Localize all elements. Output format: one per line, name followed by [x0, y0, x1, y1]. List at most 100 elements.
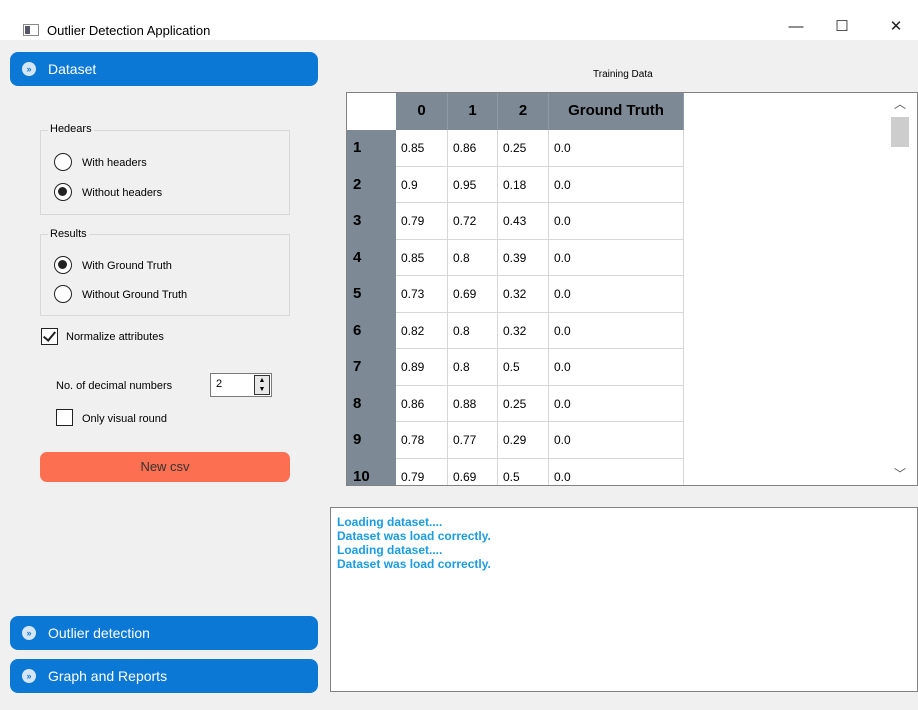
radio-with-headers[interactable] — [54, 153, 72, 171]
app-icon — [23, 24, 39, 36]
training-data-table[interactable]: 0 1 2 Ground Truth 1 0.85 0.86 0.25 0.0 2 0.9 0.95 0… — [346, 92, 918, 486]
section-dataset[interactable]: » Dataset — [10, 52, 318, 86]
radio-with-ground-truth-label: With Ground Truth — [82, 260, 172, 272]
visual-round-label: Only visual round — [82, 413, 167, 425]
table-cell[interactable]: 0.32 — [498, 312, 549, 349]
scroll-down-icon[interactable]: ﹀ — [883, 463, 917, 485]
log-line: Loading dataset.... — [337, 543, 443, 557]
section-graph-reports[interactable]: » Graph and Reports — [10, 659, 318, 693]
decimals-spinbox[interactable]: 2 ▲ ▼ — [210, 373, 272, 397]
table-cell[interactable]: 0.43 — [498, 203, 549, 240]
table-cell[interactable]: 0.0 — [549, 458, 684, 485]
results-group-title: Results — [48, 228, 89, 240]
close-button[interactable]: ✕ — [873, 12, 918, 42]
headers-group-title: Hedears — [48, 123, 94, 135]
row-header[interactable]: 8 — [347, 385, 396, 422]
table-cell[interactable]: 0.0 — [549, 130, 684, 167]
table-cell[interactable]: 0.79 — [396, 458, 448, 485]
normalize-checkbox[interactable] — [41, 328, 58, 345]
log-line: Dataset was load correctly. — [337, 529, 491, 543]
table-cell[interactable]: 0.69 — [448, 458, 498, 485]
vertical-scrollbar[interactable]: ︿ ﹀ — [883, 93, 917, 485]
radio-without-headers-label: Without headers — [82, 187, 163, 199]
row-header[interactable]: 1 — [347, 130, 396, 167]
table-cell[interactable]: 0.78 — [396, 422, 448, 459]
minimize-button[interactable]: — — [773, 12, 819, 42]
radio-with-headers-label: With headers — [82, 157, 147, 169]
table-cell[interactable]: 0.39 — [498, 239, 549, 276]
maximize-button[interactable]: ☐ — [819, 12, 865, 42]
table-cell[interactable]: 0.69 — [448, 276, 498, 313]
radio-without-ground-truth-label: Without Ground Truth — [82, 289, 188, 301]
table-cell[interactable]: 0.88 — [448, 385, 498, 422]
row-header[interactable]: 3 — [347, 203, 396, 240]
column-header[interactable]: 1 — [448, 93, 498, 130]
table-cell[interactable]: 0.25 — [498, 130, 549, 167]
table-cell[interactable]: 0.0 — [549, 239, 684, 276]
table-cell[interactable]: 0.73 — [396, 276, 448, 313]
table-cell[interactable]: 0.79 — [396, 203, 448, 240]
table-cell[interactable]: 0.29 — [498, 422, 549, 459]
log-line: Dataset was load correctly. — [337, 557, 491, 571]
table-cell[interactable]: 0.86 — [396, 385, 448, 422]
table-cell[interactable]: 0.85 — [396, 239, 448, 276]
log-output: Loading dataset.... Dataset was load corr… — [330, 507, 918, 692]
visual-round-checkbox[interactable] — [56, 409, 73, 426]
row-header[interactable]: 7 — [347, 349, 396, 386]
spin-arrows-icon[interactable]: ▲ ▼ — [254, 375, 270, 395]
table-cell[interactable]: 0.0 — [549, 349, 684, 386]
chevron-icon: » — [22, 626, 36, 640]
table-cell[interactable]: 0.0 — [549, 276, 684, 313]
decimals-value: 2 — [216, 378, 223, 390]
section-outlier-detection-label: Outlier detection — [48, 625, 150, 641]
row-header[interactable]: 5 — [347, 276, 396, 313]
new-csv-button[interactable]: New csv — [40, 452, 290, 482]
table-cell[interactable]: 0.25 — [498, 385, 549, 422]
chevron-icon: » — [22, 669, 36, 683]
section-graph-reports-label: Graph and Reports — [48, 668, 168, 684]
table-cell[interactable]: 0.72 — [448, 203, 498, 240]
table-cell[interactable]: 0.8 — [448, 239, 498, 276]
table-cell[interactable]: 0.8 — [448, 312, 498, 349]
section-outlier-detection[interactable]: » Outlier detection — [10, 616, 318, 650]
radio-with-ground-truth[interactable] — [54, 256, 72, 274]
table-corner — [347, 93, 396, 130]
table-cell[interactable]: 0.0 — [549, 422, 684, 459]
table-cell[interactable]: 0.18 — [498, 166, 549, 203]
row-header[interactable]: 10 — [347, 458, 396, 485]
table-cell[interactable]: 0.5 — [498, 349, 549, 386]
decimals-label: No. of decimal numbers — [56, 380, 173, 392]
radio-without-ground-truth[interactable] — [54, 285, 72, 303]
radio-without-headers[interactable] — [54, 183, 72, 201]
table-cell[interactable]: 0.5 — [498, 458, 549, 485]
chevron-icon: » — [22, 62, 36, 76]
row-header[interactable]: 2 — [347, 166, 396, 203]
table-cell[interactable]: 0.0 — [549, 166, 684, 203]
row-header[interactable]: 4 — [347, 239, 396, 276]
column-header[interactable]: Ground Truth — [549, 93, 684, 130]
table-cell[interactable]: 0.82 — [396, 312, 448, 349]
table-cell[interactable]: 0.77 — [448, 422, 498, 459]
table-cell[interactable]: 0.0 — [549, 385, 684, 422]
table-cell[interactable]: 0.0 — [549, 203, 684, 240]
table-cell[interactable]: 0.86 — [448, 130, 498, 167]
scroll-thumb[interactable] — [891, 117, 909, 147]
section-dataset-label: Dataset — [48, 61, 97, 77]
table-cell[interactable]: 0.89 — [396, 349, 448, 386]
results-group — [40, 234, 290, 316]
table-cell[interactable]: 0.32 — [498, 276, 549, 313]
normalize-label: Normalize attributes — [66, 331, 164, 343]
table-cell[interactable]: 0.8 — [448, 349, 498, 386]
title-bar: Outlier Detection Application — ☐ ✕ — [0, 0, 918, 40]
table-cell[interactable]: 0.9 — [396, 166, 448, 203]
scroll-up-icon[interactable]: ︿ — [883, 93, 917, 115]
row-header[interactable]: 9 — [347, 422, 396, 459]
table-cell[interactable]: 0.85 — [396, 130, 448, 167]
window-title: Outlier Detection Application — [47, 23, 211, 38]
log-line: Loading dataset.... — [337, 515, 443, 529]
row-header[interactable]: 6 — [347, 312, 396, 349]
column-header[interactable]: 0 — [396, 93, 448, 130]
table-cell[interactable]: 0.95 — [448, 166, 498, 203]
column-header[interactable]: 2 — [498, 93, 549, 130]
table-cell[interactable]: 0.0 — [549, 312, 684, 349]
